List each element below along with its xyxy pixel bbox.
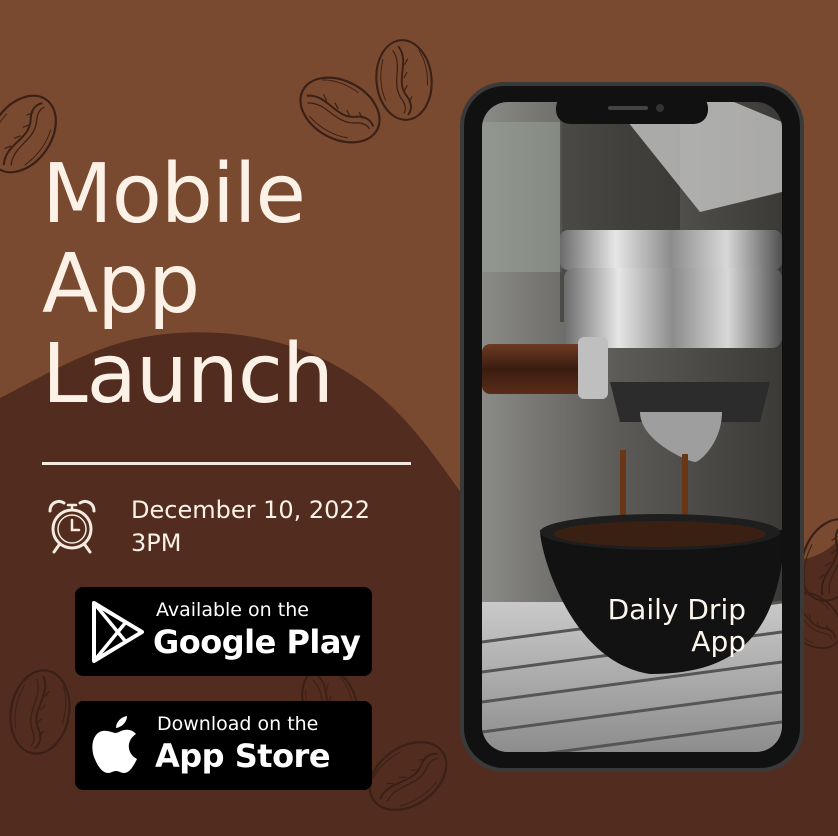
- headline-line: Launch: [42, 327, 334, 422]
- divider-line: [42, 462, 411, 465]
- google-play-icon: [92, 601, 144, 663]
- app-name: Daily Drip App: [566, 594, 746, 658]
- poster-canvas: Mobile App Launch December 10, 2022 3PM …: [0, 0, 838, 836]
- google-play-caption: Available on the: [156, 599, 309, 621]
- app-store-button[interactable]: Download on the App Store: [75, 701, 372, 790]
- coffee-bean-icon: [372, 36, 436, 124]
- event-date: December 10, 2022: [131, 496, 370, 524]
- event-time: 3PM: [131, 529, 182, 557]
- headline-line: App: [42, 237, 200, 332]
- headline-line: Mobile: [42, 147, 306, 242]
- app-store-label: App Store: [155, 737, 331, 775]
- app-name-line: Daily Drip: [607, 593, 746, 626]
- google-play-button[interactable]: Available on the Google Play: [75, 587, 372, 676]
- headline: Mobile App Launch: [42, 147, 334, 422]
- app-name-line: App: [691, 625, 746, 658]
- apple-icon: [92, 716, 137, 773]
- app-store-caption: Download on the: [157, 713, 319, 735]
- alarm-clock-icon: [48, 499, 96, 554]
- google-play-label: Google Play: [153, 623, 361, 661]
- phone-mockup: [460, 82, 804, 772]
